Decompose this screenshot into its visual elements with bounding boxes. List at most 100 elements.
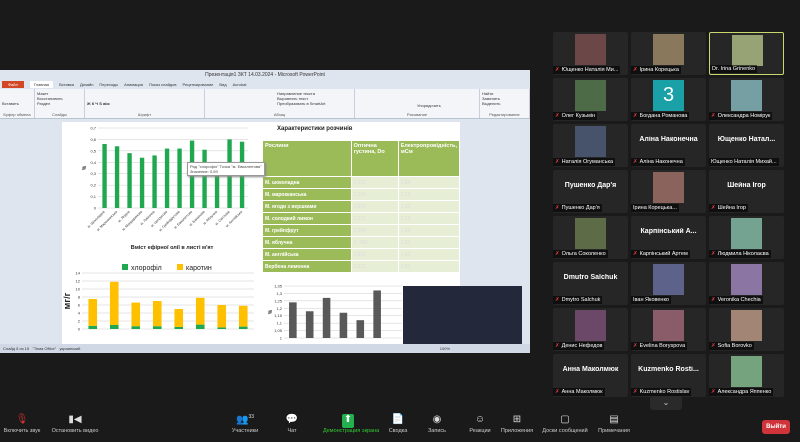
toolbar-label: Сводка [388,428,408,434]
zoom-level[interactable]: 100% [440,344,450,353]
solutions-table: Рослини Оптична густина, Do Електропровідн… [262,140,460,273]
participant-name-label: ✗ Dmytro Salchuk [553,296,603,304]
mic-muted-icon: ✗ [555,159,560,165]
participant-tile[interactable]: ✗ Ірина Корецька [631,32,706,75]
participant-name-label: ✗ Veronika Chechia [709,296,763,304]
participant-tile[interactable]: ✗ Денис Нефедов [553,308,628,351]
gallery-next-chevron-icon[interactable]: ⌄ [650,396,682,410]
participant-tile[interactable]: ✗ Людмила Ніколаєва [709,216,784,259]
participant-tile[interactable]: 3 ✗ Богдана Романова [631,78,706,121]
participant-tile[interactable]: ✗ Ющенко Наталія Ми... [553,32,628,75]
participant-tile[interactable]: Kuzmenko Rosti... ✗ Kuzmenko Rostislav [631,354,706,397]
select-button[interactable]: Выделить [482,101,527,106]
participant-gallery: ✗ Ющенко Наталія Ми... ✗ Ірина Корецька Dr. … [553,32,793,402]
tab-7[interactable]: Рецензирование [183,82,214,87]
y-axis-label: мг/г [62,292,72,309]
share-screen-button[interactable]: ⬆ Демонстрация экрана [323,414,379,434]
participant-tile[interactable]: ✗ Александра Яппенко [709,354,784,397]
slide-canvas[interactable]: 0 0,1 0,2 0,3 0,4 0,5 0,6 0,7% м. Шоколадна м. Ма… [62,122,460,344]
tab-8[interactable]: Вид [219,82,226,87]
bar-segment [152,326,162,329]
tab-4[interactable]: Переходы [99,82,118,87]
participant-name-label: ✗ Богдана Романова [631,112,690,120]
participant-tile[interactable]: Dmutro Salchuk ✗ Dmytro Salchuk [553,262,628,305]
font-format-buttons[interactable]: Ж К Ч S abc [87,101,202,106]
participant-tile[interactable]: ✗ Ольга Соколенко [553,216,628,259]
participant-name: Олександра Номірук [717,113,771,119]
tab-6[interactable]: Показ слайдов [149,82,177,87]
participants-button[interactable]: 👥33 Участники [220,414,270,434]
chat-button[interactable]: 💬 Чат [267,414,317,434]
smartart-button[interactable]: Преобразовать в SmartArt [277,101,352,106]
participant-video [575,80,606,111]
mic-muted-icon: ✗ [711,113,716,119]
col-header: Оптична густина, Do [350,140,399,177]
whiteboard-icon: ▢ [560,414,570,425]
participant-tile[interactable]: ✗ Наталія Огуманська [553,124,628,167]
participant-tile[interactable]: ✗ Олександра Номірук [709,78,784,121]
toolbar-label: Чат [287,428,297,434]
y-tick-label: 2 [78,319,81,324]
y-tick-label: 0,3 [90,171,96,176]
toolbar-label: Остановить видео [51,428,99,434]
participant-tile[interactable]: ✗ Олег Кузьмін [553,78,628,121]
video-button[interactable]: ▮◀ Остановить видео [50,414,100,434]
bar-segment [88,299,98,326]
participant-name-label: ✗ Sofia Borovko [709,342,754,350]
paste-button[interactable]: Вставить [2,101,32,106]
bar [139,157,145,208]
bar-segment [238,305,248,327]
participant-tile[interactable]: Карпінський А... ✗ Карпінський Артем [631,216,706,259]
share-screen-icon: ⬆ [342,414,354,428]
participant-video [731,356,762,387]
bar [339,312,348,338]
slide-counter: Слайд 5 из 15 [3,346,30,351]
participant-tile[interactable]: Анна Маколмюк ✗ Анна Маколмюк [553,354,628,397]
group-label: Шрифт [137,112,152,117]
section-button[interactable]: Раздел [37,101,82,106]
participant-name: Ющенко Наталія Михай... [711,159,777,165]
participant-tile[interactable]: ✗ Evelina Boryspova [631,308,706,351]
participants-icon: 👥33 [235,414,254,426]
apps-button[interactable]: ⊞ Приложения [492,414,542,434]
notes-button[interactable]: ▤ Примечания [589,414,639,434]
participant-tile[interactable]: Пушенко Дар'я ✗ Пушенко Дар'я [553,170,628,213]
y-tick-label: 1,1 [276,321,282,326]
mic-muted-icon: ✗ [633,67,638,73]
participant-tile[interactable]: Dr. Irina Grinenko [709,32,784,75]
mic-muted-icon: ✗ [633,389,638,395]
theme-name: "Тема Office" [32,346,57,351]
y-axis-label: % [268,309,274,314]
participant-name-label: ✗ Олександра Номірук [709,112,773,120]
tab-9[interactable]: Acrobat [233,82,247,87]
mic-muted-icon: ✗ [711,205,716,211]
tab-1[interactable]: Главная [29,81,54,88]
mic-muted-button[interactable]: 🎙 Включить звук [0,414,47,434]
leave-button[interactable]: Выйти [762,420,790,434]
participant-tile[interactable]: Іван Яковенко [631,262,706,305]
mic-muted-icon: ✗ [555,297,560,303]
participant-tile[interactable]: Ірина Корецька... [631,170,706,213]
y-tick-label: 0 [78,327,81,332]
participant-tile[interactable]: Ющенко Натал... Ющенко Наталія Михай... [709,124,784,167]
table-row: М. ягоди з вершками 3,870 1,31 [262,200,460,213]
y-tick-label: 1,3 [276,291,282,296]
table-row: М. шоколадна 3,125 0,94 [262,176,460,189]
participant-name-label: ✗ Карпінський Артем [631,250,690,258]
tab-3[interactable]: Дизайн [80,82,93,87]
participant-tile[interactable]: ✗ Veronika Chechia [709,262,784,305]
tab-5[interactable]: Анимация [124,82,143,87]
toolbar-label: Доски сообщений [542,428,588,434]
arrange-button[interactable]: Упорядочить [417,103,477,108]
y-tick-label: 14 [76,271,81,276]
tab-0[interactable]: Файл [2,81,24,88]
participant-tile[interactable]: Аліна Наконечна ✗ Аліна Наконечна [631,124,706,167]
group-label: Абзац [273,112,286,117]
participant-tile[interactable]: Шейна Ігор ✗ Шейна Ігор [709,170,784,213]
table-cell: Вербена лимонна [262,260,352,273]
whiteboard-button[interactable]: ▢ Доски сообщений [540,414,590,434]
participant-name-label: ✗ Наталія Огуманська [553,158,616,166]
tab-2[interactable]: Вставка [59,82,74,87]
participant-tile[interactable]: ✗ Sofia Borovko [709,308,784,351]
group-label: Слайды [52,112,67,117]
